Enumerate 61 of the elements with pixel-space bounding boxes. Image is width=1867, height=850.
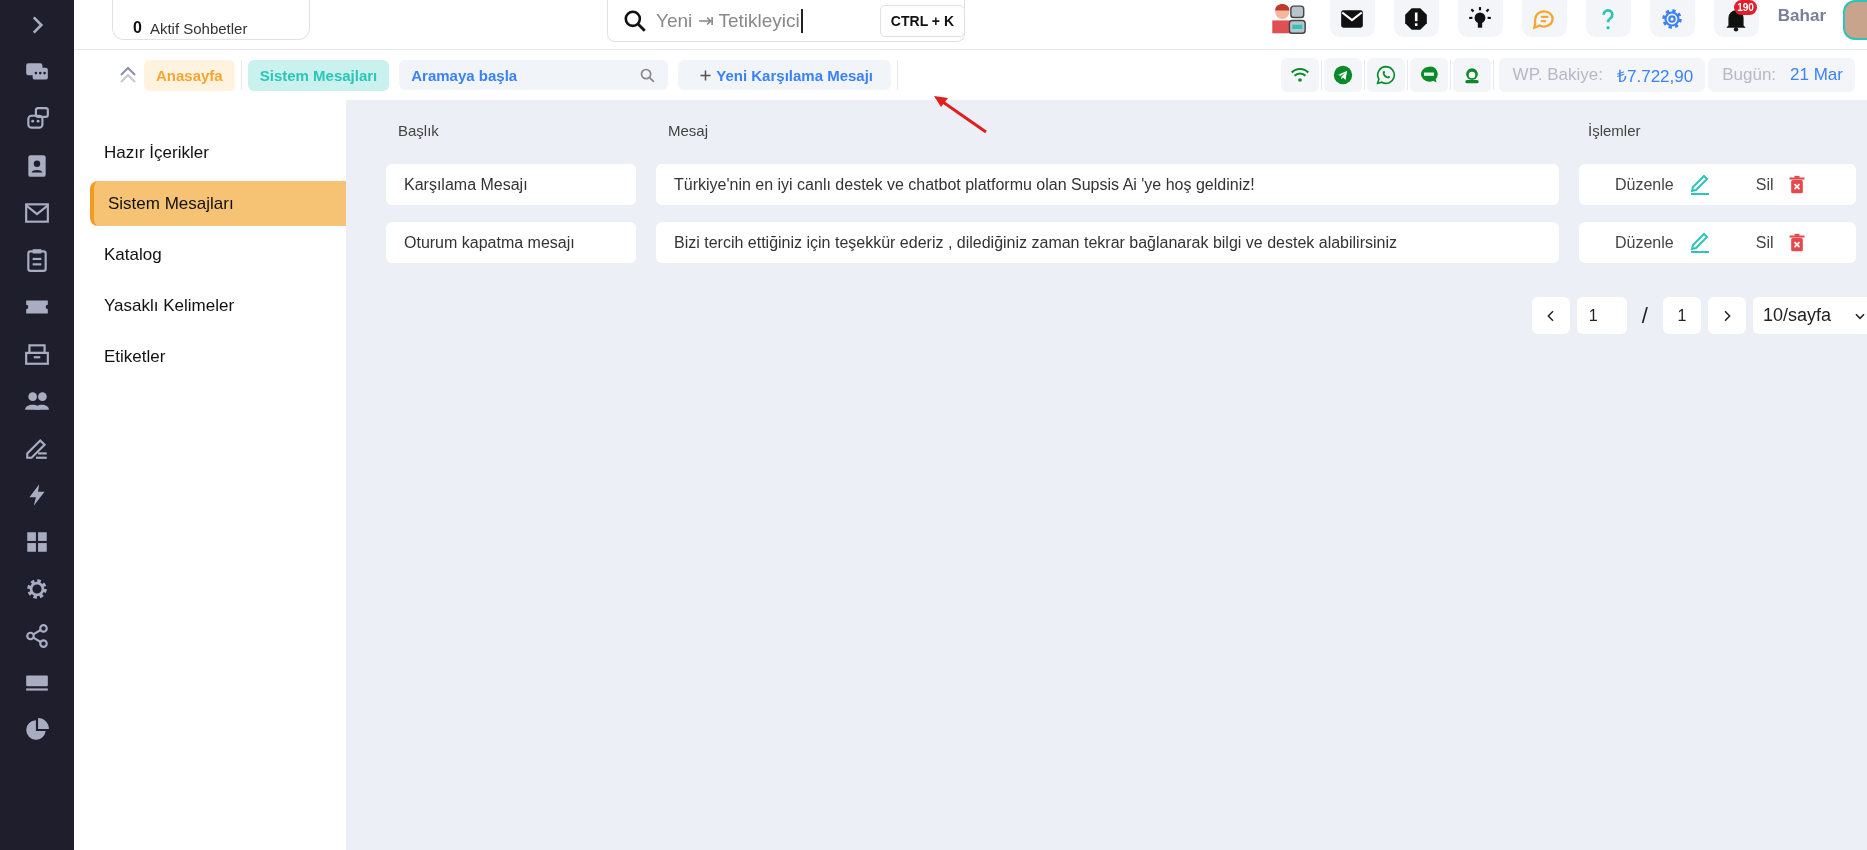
trash-icon bbox=[1787, 232, 1808, 253]
search-placeholder: Aramaya başla bbox=[411, 66, 518, 84]
sms-button[interactable] bbox=[1409, 58, 1448, 92]
settings-button[interactable] bbox=[1649, 0, 1695, 37]
search-icon bbox=[639, 66, 657, 84]
edit-link[interactable]: Düzenle bbox=[1615, 231, 1674, 254]
alert-icon bbox=[1403, 5, 1430, 32]
column-header: İşlemler bbox=[1587, 122, 1642, 141]
date-label: Bugün: bbox=[1722, 65, 1777, 85]
balance-label: WP. Bakiye: bbox=[1512, 65, 1603, 85]
annotation-arrow bbox=[932, 94, 988, 134]
menu-item[interactable]: Etiketler bbox=[90, 334, 346, 379]
agent-button[interactable] bbox=[1452, 58, 1491, 92]
page-size-value: 10/sayfa bbox=[1762, 305, 1831, 326]
page-separator: / bbox=[1640, 302, 1649, 329]
delete-link[interactable]: Sil bbox=[1755, 173, 1774, 196]
total-pages: 1 bbox=[1662, 297, 1701, 334]
paper-plane-icon bbox=[1332, 65, 1353, 85]
active-chats-count: 0 bbox=[133, 19, 142, 37]
menu-item[interactable]: Sistem Mesajları bbox=[90, 181, 346, 226]
balance-value: ₺7.722,90 bbox=[1617, 65, 1694, 87]
search-value: Yeni ⇥ Tetikleyici bbox=[656, 8, 803, 33]
date-value: 21 Mar bbox=[1790, 65, 1843, 85]
edit-link[interactable]: Düzenle bbox=[1615, 173, 1674, 196]
page-size-select[interactable]: 10/sayfa bbox=[1752, 297, 1867, 334]
menu-item[interactable]: Katalog bbox=[90, 232, 346, 277]
telegram-button[interactable] bbox=[1323, 58, 1362, 92]
search-field[interactable]: Yeni ⇥ Tetikleyici CTRL + K bbox=[607, 0, 965, 42]
menu-item[interactable]: Yasaklı Kelimeler bbox=[90, 283, 346, 328]
share-icon[interactable] bbox=[24, 623, 50, 649]
settings-icon[interactable] bbox=[24, 576, 50, 602]
user-name: Bahar bbox=[1777, 6, 1826, 26]
column-header: Başlık bbox=[397, 122, 440, 141]
wifi-icon bbox=[1289, 65, 1310, 85]
wifi-button[interactable] bbox=[1280, 58, 1319, 92]
notification-count: 190 bbox=[1734, 0, 1757, 15]
active-chats-card[interactable]: 0 Aktif Sohbetler bbox=[112, 0, 310, 40]
active-chats-label: Aktif Sohbetler bbox=[149, 20, 248, 37]
shortcut-key: CTRL + K bbox=[879, 4, 965, 37]
archive-icon[interactable] bbox=[24, 341, 50, 367]
menu-item[interactable]: Hazır İçerikler bbox=[90, 130, 346, 175]
sms-bubble-icon bbox=[1418, 65, 1439, 85]
delete-link[interactable]: Sil bbox=[1755, 231, 1774, 254]
theme-button[interactable] bbox=[1457, 0, 1503, 37]
table-cell: Oturum kapatma mesajı bbox=[386, 222, 636, 263]
notifications-button[interactable]: 190 bbox=[1713, 0, 1759, 37]
table-cell: Karşılama Mesajı bbox=[386, 164, 636, 205]
pie-chart-icon[interactable] bbox=[24, 717, 50, 743]
mail-button[interactable] bbox=[1329, 0, 1375, 37]
alert-button[interactable] bbox=[1393, 0, 1439, 37]
page-input[interactable]: 1 bbox=[1576, 297, 1627, 334]
mail-icon[interactable] bbox=[24, 200, 50, 226]
table-cell: Bizi tercih ettiğiniz için teşekkür ederiz , dilediğiniz zaman tekrar bağlanarak bilgi ve destek alabilirsiniz bbox=[656, 222, 1559, 263]
whatsapp-button[interactable] bbox=[1366, 58, 1405, 92]
grid-icon[interactable] bbox=[24, 529, 50, 555]
robot-icon[interactable] bbox=[24, 106, 50, 132]
trash-icon bbox=[1787, 174, 1808, 195]
phone-bubble-icon bbox=[1375, 65, 1396, 85]
clipboard-icon[interactable] bbox=[24, 247, 50, 273]
column-header: Mesaj bbox=[667, 122, 709, 141]
table-cell: Türkiye'nin en iyi canlı destek ve chatbot platformu olan Supsis Ai 'ye hoş geldiniz! bbox=[656, 164, 1559, 205]
